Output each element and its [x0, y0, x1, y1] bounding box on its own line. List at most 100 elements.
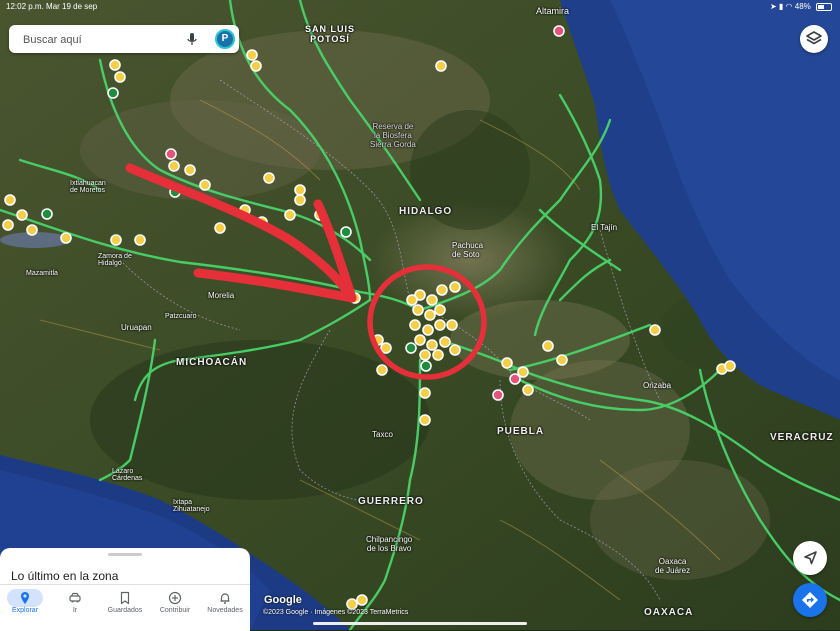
navigation-arrow-icon: [804, 551, 817, 565]
poi-marker: [434, 304, 446, 316]
bottom-nav: Explorar Ir Guardados Contribuir Novedad…: [0, 584, 250, 631]
tab-novedades[interactable]: Novedades: [200, 588, 250, 626]
label-el-tajin: El Tajín: [591, 223, 618, 232]
poi-marker: [426, 294, 438, 306]
avatar[interactable]: P: [215, 29, 235, 49]
poi-marker: [4, 194, 16, 206]
tab-contribuir[interactable]: Contribuir: [150, 588, 200, 626]
poi-marker: [250, 60, 262, 72]
poi-marker: [184, 164, 196, 176]
label-zamora: Zamora de Hidalgo: [98, 253, 132, 267]
park-marker: [340, 226, 352, 238]
poi-marker: [556, 354, 568, 366]
poi-marker: [294, 194, 306, 206]
status-time-date: 12:02 p.m. Mar 19 de sep: [6, 2, 97, 11]
pink-marker: [492, 389, 504, 401]
poi-marker: [26, 224, 38, 236]
poi-marker: [501, 357, 513, 369]
label-veracruz: VERACRUZ: [770, 432, 834, 443]
poi-marker: [414, 334, 426, 346]
poi-marker: [434, 319, 446, 331]
poi-marker: [432, 349, 444, 361]
poi-marker: [542, 340, 554, 352]
poi-marker: [649, 324, 661, 336]
layers-button[interactable]: [800, 25, 828, 53]
search-bar[interactable]: P: [9, 25, 239, 53]
poi-marker: [114, 71, 126, 83]
poi-marker: [436, 284, 448, 296]
tab-label: Ir: [72, 607, 78, 614]
tab-label: Guardados: [107, 607, 143, 614]
poi-marker: [724, 360, 736, 372]
poi-marker: [449, 281, 461, 293]
satellite-map[interactable]: SAN LUIS POTOSÍ Altamira Reserva de la B…: [0, 0, 840, 630]
poi-marker: [16, 209, 28, 221]
poi-marker: [439, 336, 451, 348]
poi-marker: [376, 364, 388, 376]
label-hidalgo: HIDALGO: [399, 206, 453, 217]
poi-marker: [435, 60, 447, 72]
poi-marker: [356, 594, 368, 606]
bookmark-icon: [120, 591, 130, 605]
directions-button[interactable]: [793, 583, 827, 617]
label-morelia: Morelia: [208, 291, 235, 300]
poi-marker: [134, 234, 146, 246]
poi-marker: [380, 342, 392, 354]
car-icon: [69, 592, 81, 603]
sheet-title: Lo último en la zona: [11, 569, 119, 583]
poi-marker: [409, 319, 421, 331]
park-marker: [420, 360, 432, 372]
poi-marker: [284, 209, 296, 221]
pink-marker: [165, 148, 177, 160]
home-indicator[interactable]: [313, 622, 527, 625]
label-uruapan: Uruapan: [121, 323, 152, 332]
label-puebla: PUEBLA: [497, 426, 545, 437]
label-ixtlahuacan: Ixtlahuacan de Moretos: [70, 180, 106, 194]
poi-marker: [109, 59, 121, 71]
tab-guardados[interactable]: Guardados: [100, 588, 150, 626]
poi-marker: [412, 304, 424, 316]
tab-label: Novedades: [207, 607, 243, 614]
search-input[interactable]: [21, 31, 175, 49]
label-michoacan: MICHOACÁN: [176, 357, 248, 368]
park-marker: [41, 208, 53, 220]
status-date: Mar 19 de sep: [46, 2, 98, 11]
poi-marker: [449, 344, 461, 356]
status-right: ➤ ▮ ◠ 48%: [770, 2, 832, 11]
label-oaxaca: OAXACA: [644, 607, 694, 618]
poi-marker: [199, 179, 211, 191]
battery-percent: 48%: [794, 2, 811, 11]
pink-marker: [509, 373, 521, 385]
poi-marker: [246, 49, 258, 61]
poi-marker: [294, 184, 306, 196]
tab-label: Contribuir: [159, 607, 191, 614]
status-bar: 12:02 p.m. Mar 19 de sep ➤ ▮ ◠ 48%: [0, 0, 840, 14]
poi-marker: [60, 232, 72, 244]
microphone-icon[interactable]: [185, 32, 199, 46]
pink-marker: [553, 25, 565, 37]
bottom-sheet[interactable]: Lo último en la zona Explorar Ir Guardad…: [0, 548, 250, 631]
map-canvas: [0, 0, 840, 630]
poi-marker: [419, 349, 431, 361]
label-pachuca: Pachuca de Soto: [452, 241, 484, 259]
sheet-drag-handle[interactable]: [108, 553, 142, 556]
poi-marker: [346, 598, 358, 610]
poi-marker: [424, 309, 436, 321]
poi-marker: [419, 387, 431, 399]
poi-marker: [263, 172, 275, 184]
signal-icon: ▮: [778, 2, 784, 11]
label-orizaba: Orizaba: [643, 381, 672, 390]
poi-marker: [419, 414, 431, 426]
pin-icon: [21, 592, 29, 604]
poi-marker: [110, 234, 122, 246]
my-location-button[interactable]: [793, 541, 827, 575]
tab-ir[interactable]: Ir: [50, 588, 100, 626]
poi-marker: [426, 339, 438, 351]
google-logo: Google: [264, 594, 302, 606]
bell-icon: [220, 593, 230, 604]
directions-icon: [802, 592, 818, 608]
poi-marker: [168, 160, 180, 172]
label-lazaro-cardenas: Lázaro Cárdenas: [112, 468, 143, 482]
tab-explorar[interactable]: Explorar: [0, 588, 50, 626]
map-copyright[interactable]: ©2023 Google · Imágenes ©2023 TerraMetri…: [263, 609, 408, 616]
